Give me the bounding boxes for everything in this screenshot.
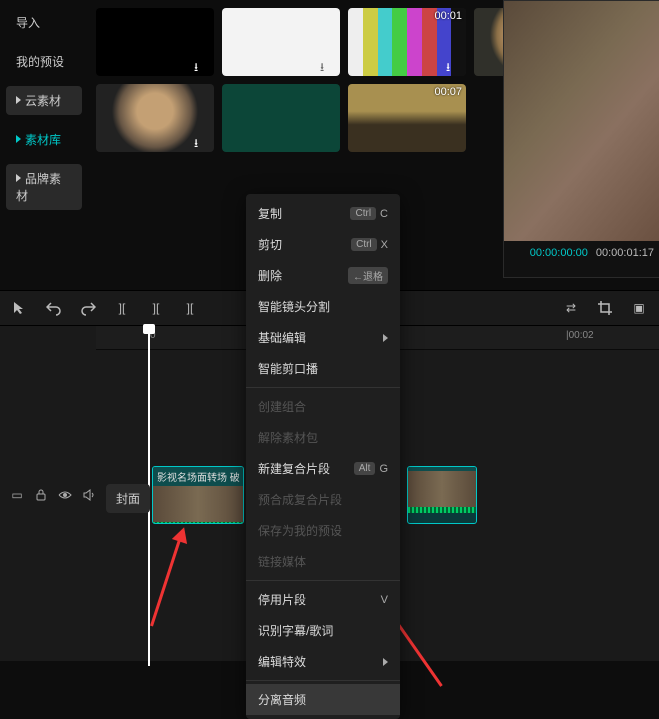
menu-new-compound[interactable]: 新建复合片段 AltG <box>246 453 400 484</box>
menu-divider <box>246 387 400 388</box>
sidebar-import[interactable]: 导入 <box>6 8 82 37</box>
menu-smart-trim[interactable]: 智能剪口播 <box>246 353 400 384</box>
menu-label: 识别字幕/歌词 <box>258 622 333 639</box>
menu-divider <box>246 580 400 581</box>
menu-label: 保存为我的预设 <box>258 522 342 539</box>
menu-precompound: 预合成复合片段 <box>246 484 400 515</box>
clip-title: 影视名场面转场 破 <box>153 467 243 486</box>
track-controls: ▭ <box>0 486 106 504</box>
menu-label: 新建复合片段 <box>258 460 330 477</box>
thumb-duration: 00:01 <box>434 10 462 22</box>
menu-smart-split[interactable]: 智能镜头分割 <box>246 291 400 322</box>
menu-shortcut: AltG <box>354 462 388 475</box>
download-icon[interactable]: ⭳ <box>194 58 210 74</box>
cover-button[interactable]: 封面 <box>106 484 150 513</box>
menu-shortcut: ←退格 <box>348 267 388 284</box>
track-visibility-icon[interactable]: ▭ <box>8 486 26 504</box>
crop-tool[interactable] <box>593 296 617 320</box>
preview-time-total: 00:00:01:17 <box>596 247 654 259</box>
preview-image <box>504 1 659 241</box>
ruler-tick: |00:02 <box>566 330 594 341</box>
menu-divider <box>246 680 400 681</box>
menu-shortcut: CtrlX <box>351 238 388 251</box>
menu-basic-edit[interactable]: 基础编辑 <box>246 322 400 353</box>
sidebar: 导入 我的预设 云素材 素材库 品牌素材 <box>0 0 88 290</box>
preview-panel: 00:00:00:00 00:00:01:17 <box>503 0 659 278</box>
sidebar-presets[interactable]: 我的预设 <box>6 47 82 76</box>
chevron-right-icon <box>383 658 388 666</box>
preview-time-current: 00:00:00:00 <box>530 247 588 259</box>
menu-label: 剪切 <box>258 236 282 253</box>
mute-icon[interactable] <box>80 486 98 504</box>
download-icon[interactable]: ⭳ <box>194 134 210 150</box>
sidebar-brand[interactable]: 品牌素材 <box>6 164 82 210</box>
menu-edit-fx[interactable]: 编辑特效 <box>246 646 400 677</box>
menu-label: 分离音频 <box>258 691 306 708</box>
sidebar-cloud[interactable]: 云素材 <box>6 86 82 115</box>
menu-label: 智能剪口播 <box>258 360 318 377</box>
menu-separate-audio[interactable]: 分离音频 <box>246 684 400 715</box>
annotation-arrow <box>150 530 184 626</box>
menu-label: 基础编辑 <box>258 329 306 346</box>
media-thumb[interactable]: ⭳ <box>222 8 340 76</box>
menu-disable-clip[interactable]: 停用片段 V <box>246 584 400 615</box>
clip-preview <box>153 486 243 522</box>
mirror-tool[interactable]: ⇄ <box>559 296 583 320</box>
menu-label: 智能镜头分割 <box>258 298 330 315</box>
media-thumb[interactable]: ⭳ <box>96 84 214 152</box>
menu-cut[interactable]: 剪切 CtrlX <box>246 229 400 260</box>
thumb-duration: 00:07 <box>434 86 462 98</box>
sidebar-library-label: 素材库 <box>25 133 61 147</box>
clip-audio-wave <box>408 507 476 513</box>
menu-label: 复制 <box>258 205 282 222</box>
menu-label: 链接媒体 <box>258 553 306 570</box>
media-thumb[interactable]: 00:07 <box>348 84 466 152</box>
eye-icon[interactable] <box>56 486 74 504</box>
media-thumb[interactable]: ⭳ <box>96 8 214 76</box>
chevron-right-icon <box>383 334 388 342</box>
menu-delete[interactable]: 删除 ←退格 <box>246 260 400 291</box>
lock-icon[interactable] <box>32 486 50 504</box>
menu-unpack: 解除素材包 <box>246 422 400 453</box>
menu-create-group: 创建组合 <box>246 391 400 422</box>
menu-shortcut: V <box>381 594 388 606</box>
context-menu: 复制 CtrlC 剪切 CtrlX 删除 ←退格 智能镜头分割 基础编辑 智能剪… <box>246 194 400 719</box>
menu-link-media: 链接媒体 <box>246 546 400 577</box>
menu-label: 预合成复合片段 <box>258 491 342 508</box>
menu-shortcut: CtrlC <box>350 207 388 220</box>
clip-audio-wave <box>153 522 243 524</box>
menu-label: 编辑特效 <box>258 653 306 670</box>
download-icon[interactable]: ⭳ <box>446 58 462 74</box>
menu-copy[interactable]: 复制 CtrlC <box>246 198 400 229</box>
preview-controls: 00:00:00:00 00:00:01:17 <box>504 241 659 265</box>
media-thumb[interactable] <box>222 84 340 152</box>
export-frame-tool[interactable]: ▣ <box>627 296 651 320</box>
clip-preview <box>408 471 476 507</box>
timeline-clip[interactable]: 影视名场面转场 破 <box>152 466 244 524</box>
download-icon[interactable]: ⭳ <box>320 58 336 74</box>
timeline-clip[interactable] <box>407 466 477 524</box>
menu-label: 创建组合 <box>258 398 306 415</box>
undo-button[interactable] <box>42 296 66 320</box>
media-thumb[interactable]: 00:01 ⭳ <box>348 8 466 76</box>
menu-save-preset: 保存为我的预设 <box>246 515 400 546</box>
trim-left-tool[interactable]: ][ <box>144 296 168 320</box>
menu-recognize-subtitle[interactable]: 识别字幕/歌词 <box>246 615 400 646</box>
sidebar-library[interactable]: 素材库 <box>6 125 82 154</box>
menu-label: 删除 <box>258 267 282 284</box>
split-tool[interactable]: ][ <box>110 296 134 320</box>
trim-right-tool[interactable]: ][ <box>178 296 202 320</box>
sidebar-brand-label: 品牌素材 <box>16 172 61 203</box>
menu-label: 停用片段 <box>258 591 306 608</box>
sidebar-cloud-label: 云素材 <box>25 94 61 108</box>
redo-button[interactable] <box>76 296 100 320</box>
pointer-tool[interactable] <box>8 296 32 320</box>
menu-label: 解除素材包 <box>258 429 318 446</box>
